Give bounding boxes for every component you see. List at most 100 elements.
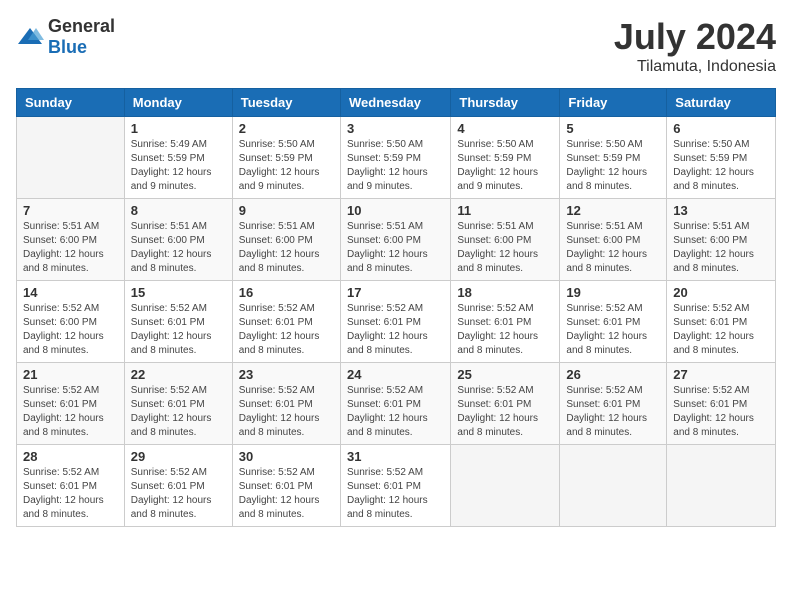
header-wednesday: Wednesday [340, 89, 450, 117]
table-row: 17Sunrise: 5:52 AMSunset: 6:01 PMDayligh… [340, 281, 450, 363]
header-thursday: Thursday [451, 89, 560, 117]
table-row: 13 Sunrise: 5:51 AMSunset: 6:00 PMDayligh… [667, 199, 776, 281]
table-row [667, 445, 776, 527]
table-row: 26 Sunrise: 5:52 AMSunset: 6:01 PMDayligh… [560, 363, 667, 445]
day-number: 13 [673, 203, 769, 218]
header-friday: Friday [560, 89, 667, 117]
day-number: 26 [566, 367, 660, 382]
calendar-table: Sunday Monday Tuesday Wednesday Thursday… [16, 88, 776, 527]
day-number: 22 [131, 367, 226, 382]
day-info: Sunrise: 5:51 AMSunset: 6:00 PMDaylight:… [673, 220, 769, 276]
day-number: 8 [131, 203, 226, 218]
day-info: Sunrise: 5:51 AMSunset: 6:00 PMDaylight:… [347, 220, 444, 276]
day-number: 31 [347, 449, 444, 464]
day-info: Sunrise: 5:52 AMSunset: 6:01 PMDaylight:… [239, 302, 334, 358]
day-info: Sunrise: 5:52 AMSunset: 6:01 PMDaylight:… [457, 384, 553, 440]
header-sunday: Sunday [17, 89, 125, 117]
day-number: 5 [566, 121, 660, 136]
calendar-header-row: Sunday Monday Tuesday Wednesday Thursday… [17, 89, 776, 117]
day-number: 2 [239, 121, 334, 136]
table-row: 1 Sunrise: 5:49 AMSunset: 5:59 PMDaylight… [124, 117, 232, 199]
day-number: 18 [457, 285, 553, 300]
day-info: Sunrise: 5:50 AMSunset: 5:59 PMDaylight:… [457, 138, 553, 194]
day-info: Sunrise: 5:52 AMSunset: 6:01 PMDaylight:… [239, 384, 334, 440]
calendar-week-row: 1 Sunrise: 5:49 AMSunset: 5:59 PMDaylight… [17, 117, 776, 199]
header-saturday: Saturday [667, 89, 776, 117]
day-info: Sunrise: 5:52 AMSunset: 6:00 PMDaylight:… [23, 302, 118, 358]
day-info: Sunrise: 5:52 AMSunset: 6:01 PMDaylight:… [23, 466, 118, 522]
day-number: 27 [673, 367, 769, 382]
table-row: 24 Sunrise: 5:52 AMSunset: 6:01 PMDayligh… [340, 363, 450, 445]
table-row: 27 Sunrise: 5:52 AMSunset: 6:01 PMDayligh… [667, 363, 776, 445]
table-row: 14Sunrise: 5:52 AMSunset: 6:00 PMDayligh… [17, 281, 125, 363]
day-info: Sunrise: 5:50 AMSunset: 5:59 PMDaylight:… [566, 138, 660, 194]
table-row: 21Sunrise: 5:52 AMSunset: 6:01 PMDayligh… [17, 363, 125, 445]
day-number: 11 [457, 203, 553, 218]
day-number: 9 [239, 203, 334, 218]
page-header: General Blue July 2024 Tilamuta, Indones… [16, 16, 776, 76]
table-row [560, 445, 667, 527]
day-info: Sunrise: 5:51 AMSunset: 6:00 PMDaylight:… [457, 220, 553, 276]
day-info: Sunrise: 5:50 AMSunset: 5:59 PMDaylight:… [673, 138, 769, 194]
calendar-week-row: 28 Sunrise: 5:52 AMSunset: 6:01 PMDayligh… [17, 445, 776, 527]
day-number: 24 [347, 367, 444, 382]
table-row: 31 Sunrise: 5:52 AMSunset: 6:01 PMDayligh… [340, 445, 450, 527]
calendar-week-row: 14Sunrise: 5:52 AMSunset: 6:00 PMDayligh… [17, 281, 776, 363]
location-subtitle: Tilamuta, Indonesia [614, 58, 776, 76]
day-number: 12 [566, 203, 660, 218]
day-info: Sunrise: 5:52 AMSunset: 6:01 PMDaylight:… [347, 384, 444, 440]
table-row: 19 Sunrise: 5:52 AMSunset: 6:01 PMDayligh… [560, 281, 667, 363]
day-number: 15 [131, 285, 226, 300]
table-row: 25 Sunrise: 5:52 AMSunset: 6:01 PMDayligh… [451, 363, 560, 445]
table-row: 23 Sunrise: 5:52 AMSunset: 6:01 PMDayligh… [232, 363, 340, 445]
logo-general: General [48, 16, 115, 36]
day-info: Sunrise: 5:52 AMSunset: 6:01 PMDaylight:… [23, 384, 118, 440]
header-tuesday: Tuesday [232, 89, 340, 117]
day-info: Sunrise: 5:51 AMSunset: 6:00 PMDaylight:… [131, 220, 226, 276]
day-info: Sunrise: 5:52 AMSunset: 6:01 PMDaylight:… [566, 302, 660, 358]
table-row: 28 Sunrise: 5:52 AMSunset: 6:01 PMDayligh… [17, 445, 125, 527]
day-number: 16 [239, 285, 334, 300]
day-info: Sunrise: 5:52 AMSunset: 6:01 PMDaylight:… [566, 384, 660, 440]
day-number: 1 [131, 121, 226, 136]
table-row: 22Sunrise: 5:52 AMSunset: 6:01 PMDayligh… [124, 363, 232, 445]
title-block: July 2024 Tilamuta, Indonesia [614, 16, 776, 76]
day-number: 17 [347, 285, 444, 300]
day-info: Sunrise: 5:50 AMSunset: 5:59 PMDaylight:… [239, 138, 334, 194]
day-info: Sunrise: 5:52 AMSunset: 6:01 PMDaylight:… [457, 302, 553, 358]
table-row: 8 Sunrise: 5:51 AMSunset: 6:00 PMDaylight… [124, 199, 232, 281]
table-row: 7 Sunrise: 5:51 AMSunset: 6:00 PMDaylight… [17, 199, 125, 281]
calendar-week-row: 21Sunrise: 5:52 AMSunset: 6:01 PMDayligh… [17, 363, 776, 445]
table-row: 3 Sunrise: 5:50 AMSunset: 5:59 PMDaylight… [340, 117, 450, 199]
day-info: Sunrise: 5:50 AMSunset: 5:59 PMDaylight:… [347, 138, 444, 194]
day-info: Sunrise: 5:49 AMSunset: 5:59 PMDaylight:… [131, 138, 226, 194]
table-row: 29Sunrise: 5:52 AMSunset: 6:01 PMDayligh… [124, 445, 232, 527]
day-number: 28 [23, 449, 118, 464]
day-number: 6 [673, 121, 769, 136]
logo: General Blue [16, 16, 115, 58]
calendar-week-row: 7 Sunrise: 5:51 AMSunset: 6:00 PMDaylight… [17, 199, 776, 281]
day-number: 19 [566, 285, 660, 300]
day-info: Sunrise: 5:52 AMSunset: 6:01 PMDaylight:… [673, 384, 769, 440]
day-number: 23 [239, 367, 334, 382]
day-info: Sunrise: 5:52 AMSunset: 6:01 PMDaylight:… [131, 466, 226, 522]
table-row: 15Sunrise: 5:52 AMSunset: 6:01 PMDayligh… [124, 281, 232, 363]
table-row: 20Sunrise: 5:52 AMSunset: 6:01 PMDayligh… [667, 281, 776, 363]
table-row: 12Sunrise: 5:51 AMSunset: 6:00 PMDayligh… [560, 199, 667, 281]
day-info: Sunrise: 5:52 AMSunset: 6:01 PMDaylight:… [239, 466, 334, 522]
day-info: Sunrise: 5:51 AMSunset: 6:00 PMDaylight:… [23, 220, 118, 276]
day-number: 4 [457, 121, 553, 136]
day-number: 20 [673, 285, 769, 300]
day-number: 7 [23, 203, 118, 218]
day-number: 25 [457, 367, 553, 382]
logo-icon [16, 26, 44, 48]
day-info: Sunrise: 5:52 AMSunset: 6:01 PMDaylight:… [347, 466, 444, 522]
day-info: Sunrise: 5:51 AMSunset: 6:00 PMDaylight:… [239, 220, 334, 276]
logo-blue: Blue [48, 37, 87, 57]
table-row: 16 Sunrise: 5:52 AMSunset: 6:01 PMDayligh… [232, 281, 340, 363]
table-row: 10Sunrise: 5:51 AMSunset: 6:00 PMDayligh… [340, 199, 450, 281]
table-row: 18 Sunrise: 5:52 AMSunset: 6:01 PMDayligh… [451, 281, 560, 363]
day-number: 3 [347, 121, 444, 136]
table-row [451, 445, 560, 527]
logo-text: General Blue [48, 16, 115, 58]
